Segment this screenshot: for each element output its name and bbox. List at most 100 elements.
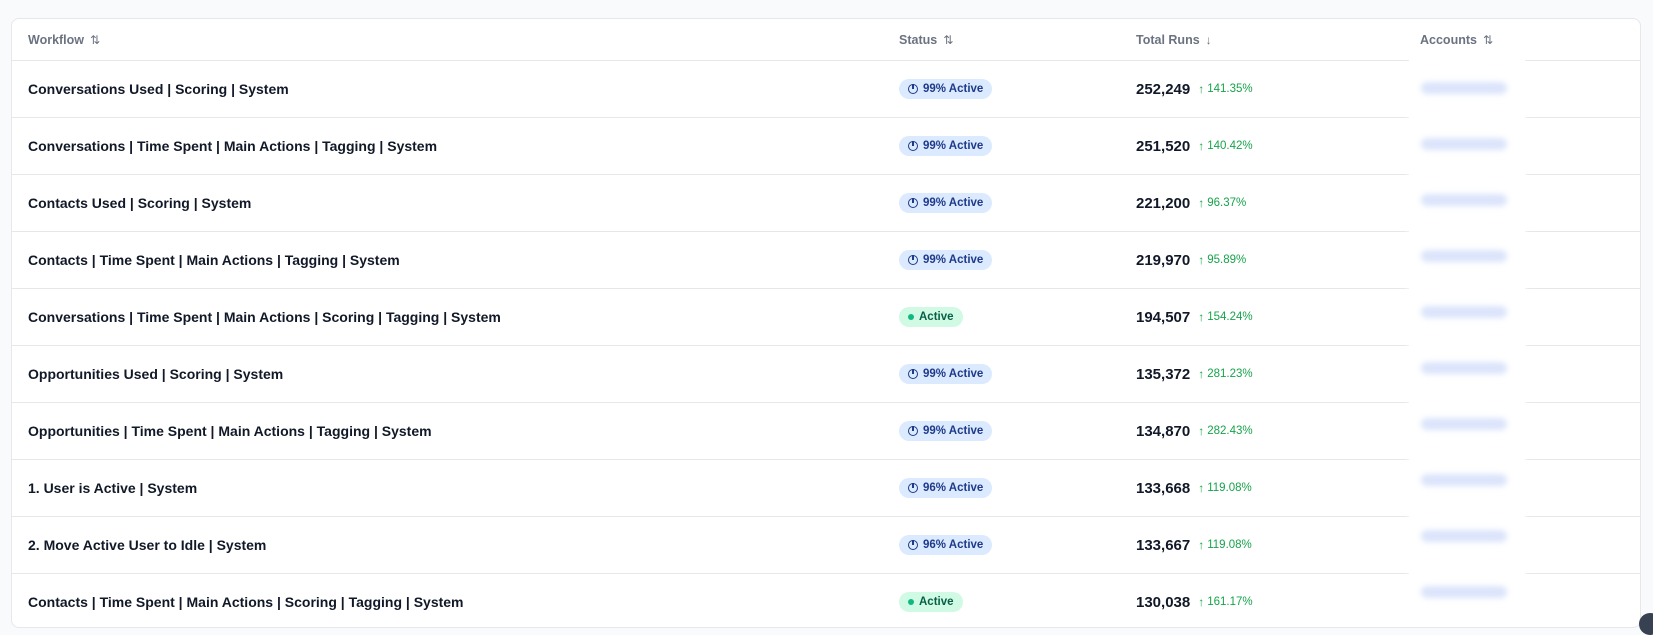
- workflow-name-text: Conversations Used | Scoring | System: [28, 81, 289, 97]
- arrow-up-icon: ↑: [1198, 367, 1205, 381]
- workflows-table: Workflow ⇅ Status ⇅ Total Runs ↓ Account…: [11, 18, 1641, 628]
- workflow-name[interactable]: Conversations | Time Spent | Main Action…: [28, 309, 501, 325]
- total-runs-value: 135,372: [1136, 365, 1191, 383]
- table-row[interactable]: Contacts | Time Spent | Main Actions | S…: [12, 574, 1640, 627]
- table-row[interactable]: Conversations Used | Scoring | System 99…: [12, 61, 1640, 118]
- workflow-name[interactable]: Contacts Used | Scoring | System: [28, 195, 251, 211]
- trend-value: 141.35%: [1207, 83, 1253, 95]
- table-row[interactable]: Contacts Used | Scoring | System 99% Act…: [12, 175, 1640, 232]
- trend-indicator: ↑ 281.23%: [1198, 367, 1252, 381]
- workflow-name[interactable]: Conversations | Time Spent | Main Action…: [28, 138, 437, 154]
- table-row[interactable]: Conversations | Time Spent | Main Action…: [12, 118, 1640, 175]
- sort-icon[interactable]: ⇅: [943, 33, 953, 47]
- trend-value: 96.37%: [1207, 197, 1247, 209]
- dot-icon: [908, 314, 914, 320]
- total-runs-cell: 194,507 ↑ 154.24%: [1136, 309, 1253, 326]
- workflow-name[interactable]: Conversations Used | Scoring | System: [28, 81, 289, 97]
- accounts-redacted-value: [1421, 418, 1507, 430]
- status-cell: 99% Active: [899, 364, 993, 384]
- pie-chart-icon: [908, 198, 918, 208]
- table-row[interactable]: Opportunities Used | Scoring | System 99…: [12, 346, 1640, 403]
- workflow-name[interactable]: Contacts | Time Spent | Main Actions | S…: [28, 594, 464, 610]
- trend-value: 119.08%: [1207, 539, 1252, 551]
- trend-indicator: ↑ 282.43%: [1198, 424, 1252, 438]
- workflow-name[interactable]: 2. Move Active User to Idle | System: [28, 537, 266, 553]
- table-row[interactable]: Conversations | Time Spent | Main Action…: [12, 289, 1640, 346]
- status-badge: 96% Active: [899, 535, 993, 555]
- status-cell: 99% Active: [899, 136, 993, 156]
- total-runs-cell: 219,970 ↑ 95.89%: [1136, 252, 1246, 269]
- pie-chart-icon: [908, 84, 918, 94]
- total-runs-value: 194,507: [1136, 308, 1191, 326]
- sort-descending-icon[interactable]: ↓: [1206, 33, 1212, 47]
- trend-indicator: ↑ 154.24%: [1198, 310, 1252, 324]
- arrow-up-icon: ↑: [1198, 424, 1205, 438]
- column-header-status[interactable]: Status ⇅: [899, 33, 953, 47]
- column-header-workflow-label: Workflow: [28, 32, 85, 47]
- status-badge-label: 96% Active: [923, 539, 984, 551]
- arrow-up-icon: ↑: [1198, 310, 1205, 324]
- status-badge: 99% Active: [899, 250, 993, 270]
- column-header-accounts[interactable]: Accounts ⇅: [1420, 33, 1493, 47]
- workflow-name[interactable]: Opportunities Used | Scoring | System: [28, 366, 283, 382]
- total-runs-cell: 133,667 ↑ 119.08%: [1136, 537, 1252, 554]
- status-badge: 96% Active: [899, 478, 993, 498]
- workflow-name-text: 1. User is Active | System: [28, 480, 198, 496]
- accounts-redacted-value: [1421, 530, 1507, 542]
- trend-value: 154.24%: [1207, 311, 1253, 323]
- workflow-name[interactable]: Contacts | Time Spent | Main Actions | T…: [28, 252, 400, 268]
- arrow-up-icon: ↑: [1198, 253, 1205, 267]
- status-badge-label: Active: [919, 311, 954, 323]
- status-cell: 99% Active: [899, 250, 993, 270]
- status-cell: 96% Active: [899, 535, 993, 555]
- arrow-up-icon: ↑: [1198, 595, 1205, 609]
- total-runs-cell: 133,668 ↑ 119.08%: [1136, 480, 1252, 497]
- arrow-up-icon: ↑: [1198, 538, 1205, 552]
- total-runs-value: 252,249: [1136, 80, 1191, 98]
- accounts-redacted-value: [1421, 586, 1507, 598]
- pie-chart-icon: [908, 426, 918, 436]
- workflow-name-text: Contacts | Time Spent | Main Actions | T…: [28, 252, 400, 268]
- workflow-name[interactable]: Opportunities | Time Spent | Main Action…: [28, 423, 432, 439]
- table-row[interactable]: Contacts | Time Spent | Main Actions | T…: [12, 232, 1640, 289]
- total-runs-cell: 221,200 ↑ 96.37%: [1136, 195, 1246, 212]
- sort-icon[interactable]: ⇅: [90, 33, 100, 47]
- table-row[interactable]: Opportunities | Time Spent | Main Action…: [12, 403, 1640, 460]
- column-header-total-runs[interactable]: Total Runs ↓: [1136, 33, 1212, 47]
- accounts-redacted-value: [1421, 362, 1507, 374]
- total-runs-value: 130,038: [1136, 593, 1191, 611]
- column-header-workflow[interactable]: Workflow ⇅: [28, 33, 100, 47]
- trend-value: 281.23%: [1207, 368, 1253, 380]
- pie-chart-icon: [908, 540, 918, 550]
- status-badge: 99% Active: [899, 136, 993, 156]
- trend-indicator: ↑ 96.37%: [1198, 196, 1246, 210]
- accounts-redacted-value: [1421, 474, 1507, 486]
- accounts-redacted-value: [1421, 138, 1507, 150]
- trend-value: 119.08%: [1207, 482, 1252, 494]
- avatar[interactable]: [1639, 613, 1653, 635]
- status-badge-label: 99% Active: [923, 83, 984, 95]
- status-badge: Active: [899, 307, 963, 327]
- trend-indicator: ↑ 140.42%: [1198, 139, 1252, 153]
- table-row[interactable]: 1. User is Active | System 96% Active 13…: [12, 460, 1640, 517]
- trend-value: 161.17%: [1207, 596, 1253, 608]
- status-badge: Active: [899, 592, 963, 612]
- pie-chart-icon: [908, 369, 918, 379]
- sort-icon[interactable]: ⇅: [1483, 33, 1493, 47]
- trend-indicator: ↑ 119.08%: [1198, 538, 1252, 552]
- arrow-up-icon: ↑: [1198, 82, 1205, 96]
- total-runs-value: 133,668: [1136, 479, 1191, 497]
- table-row[interactable]: 2. Move Active User to Idle | System 96%…: [12, 517, 1640, 574]
- arrow-up-icon: ↑: [1198, 139, 1205, 153]
- status-cell: 99% Active: [899, 193, 993, 213]
- table-body: Conversations Used | Scoring | System 99…: [12, 61, 1640, 627]
- column-header-status-label: Status: [899, 32, 938, 47]
- trend-value: 95.89%: [1207, 254, 1247, 266]
- workflow-name[interactable]: 1. User is Active | System: [28, 480, 197, 496]
- status-badge-label: Active: [919, 596, 954, 608]
- total-runs-value: 134,870: [1136, 422, 1191, 440]
- total-runs-cell: 251,520 ↑ 140.42%: [1136, 138, 1253, 155]
- status-cell: Active: [899, 307, 963, 327]
- trend-indicator: ↑ 119.08%: [1198, 481, 1252, 495]
- pie-chart-icon: [908, 141, 918, 151]
